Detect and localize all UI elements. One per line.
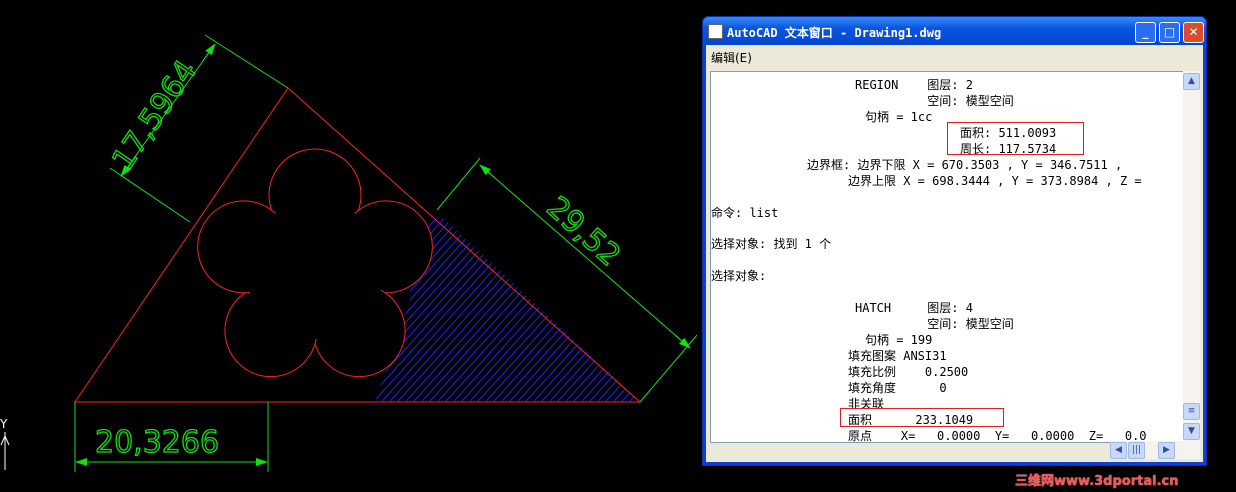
text-line: 选择对象: xyxy=(711,269,767,283)
highlight-box xyxy=(840,408,1004,427)
horizontal-scrollbar[interactable]: ◀ ||| ▶ xyxy=(1110,441,1200,459)
hatch-line xyxy=(670,190,700,410)
text-line: 填充比例 0.2500 xyxy=(848,365,969,379)
text-line: 填充图案 ANSI31 xyxy=(848,349,947,363)
minimize-button[interactable]: _ xyxy=(1135,22,1156,43)
text-line: 空间: 模型空间 xyxy=(855,94,1014,108)
text-line: 原点 X= 0.0000 Y= 0.0000 Z= 0.0 xyxy=(848,429,1147,443)
scroll-down-button[interactable]: ▼ xyxy=(1183,423,1200,440)
text-window: AutoCAD 文本窗口 - Drawing1.dwg _ □ ✕ 编辑(E) … xyxy=(702,16,1207,466)
menu-bar: 编辑(E) xyxy=(706,45,1203,67)
dimension-bottom-text: 20,3266 xyxy=(95,425,219,460)
window-icon xyxy=(708,24,723,39)
ucs-axis-icon xyxy=(0,432,10,470)
text-line: 填充角度 0 xyxy=(848,381,947,395)
hatch-line xyxy=(637,215,640,402)
hatch-line xyxy=(605,215,640,402)
flower-region xyxy=(197,148,433,378)
text-line: HATCH 图层: 4 xyxy=(855,301,973,315)
text-line: 选择对象: 找到 1 个 xyxy=(711,237,832,251)
scroll-right-button[interactable]: ▶ xyxy=(1158,442,1175,459)
hatch-line xyxy=(613,215,640,402)
cad-drawing-canvas[interactable]: 20,3266 17,5964 29,52 Y xyxy=(0,0,700,492)
text-line: 边界上限 X = 698.3444 , Y = 373.8984 , Z = xyxy=(848,174,1142,188)
text-line: 句柄 = 199 xyxy=(865,333,933,347)
text-line: REGION 图层: 2 xyxy=(855,78,973,92)
watermark: 三维网www.3dportal.cn xyxy=(1015,474,1179,489)
text-line: 命令: list xyxy=(711,206,779,220)
hatch-line xyxy=(694,190,700,410)
hatch-line xyxy=(597,215,640,402)
hatch-line xyxy=(509,215,640,402)
text-output[interactable]: REGION 图层: 2 空间: 模型空间 句柄 = 1cc 面积: 511.0… xyxy=(710,71,1185,443)
dimension-left-text: 17,5964 xyxy=(106,54,204,176)
scroll-left-button[interactable]: ◀ xyxy=(1110,442,1127,459)
hatch-line xyxy=(646,190,700,410)
maximize-button[interactable]: □ xyxy=(1159,22,1180,43)
hatch-line xyxy=(589,215,640,402)
scroll-h-thumb[interactable]: ||| xyxy=(1128,442,1145,459)
dimension-right-text: 29,52 xyxy=(540,190,627,273)
axis-y-label: Y xyxy=(0,417,8,431)
flower-center xyxy=(246,201,384,339)
hatch-line xyxy=(629,215,640,402)
highlight-box xyxy=(947,122,1084,155)
hatch-line xyxy=(662,190,700,410)
title-bar[interactable]: AutoCAD 文本窗口 - Drawing1.dwg _ □ ✕ xyxy=(703,17,1206,45)
scroll-up-button[interactable]: ▲ xyxy=(1183,73,1200,90)
menu-edit[interactable]: 编辑(E) xyxy=(711,49,752,66)
vertical-scrollbar[interactable]: ▲ ≡ ▼ xyxy=(1183,71,1200,441)
hatch-line xyxy=(678,190,700,410)
window-title: AutoCAD 文本窗口 - Drawing1.dwg xyxy=(727,26,942,40)
text-line: 空间: 模型空间 xyxy=(855,317,1014,331)
text-line: 边界框: 边界下限 X = 670.3503 , Y = 346.7511 , xyxy=(807,158,1123,172)
hatch-line xyxy=(437,215,639,402)
text-line: 句柄 = 1cc xyxy=(865,110,933,124)
scroll-thumb[interactable]: ≡ xyxy=(1183,403,1200,420)
close-button[interactable]: ✕ xyxy=(1183,22,1204,43)
hatch-line xyxy=(686,190,700,410)
hatch-line xyxy=(517,215,640,402)
